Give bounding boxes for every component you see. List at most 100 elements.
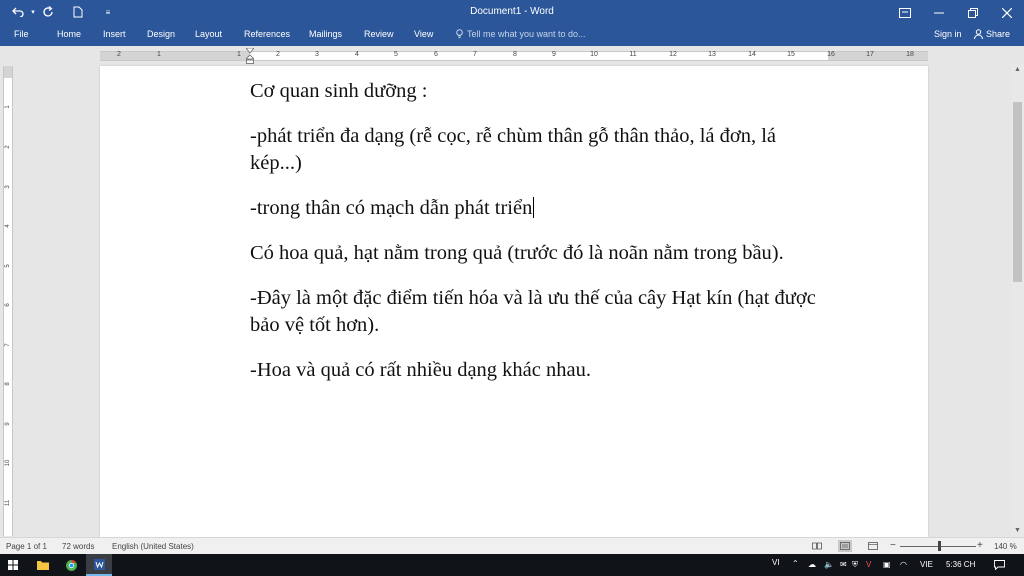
tab-design[interactable]: Design bbox=[147, 29, 175, 39]
ruler-number: 1 bbox=[157, 51, 161, 58]
share-label: Share bbox=[986, 29, 1011, 39]
horizontal-ruler[interactable]: 2 1 1 2 3 4 5 6 7 8 9 10 11 12 13 14 15 … bbox=[100, 51, 928, 61]
tab-insert[interactable]: Insert bbox=[103, 29, 126, 39]
scroll-up-icon[interactable]: ▲ bbox=[1011, 64, 1024, 76]
tab-review[interactable]: Review bbox=[364, 29, 394, 39]
tab-file[interactable]: File bbox=[14, 29, 29, 39]
window-controls bbox=[888, 0, 1024, 25]
paragraph[interactable]: Cơ quan sinh dưỡng : bbox=[250, 78, 830, 105]
ruler-number: 8 bbox=[513, 51, 517, 58]
ruler-number: 5 bbox=[5, 264, 11, 268]
ruler-number: 3 bbox=[5, 185, 11, 189]
ruler-number: 9 bbox=[552, 51, 556, 58]
status-bar: Page 1 of 1 72 words English (United Sta… bbox=[0, 537, 1024, 554]
cloud-sync-icon[interactable]: ☁ bbox=[808, 560, 816, 569]
tell-me-box[interactable]: Tell me what you want to do... bbox=[456, 29, 586, 39]
zoom-slider-thumb[interactable] bbox=[938, 541, 941, 551]
restore-button[interactable] bbox=[956, 0, 990, 25]
ruler-number: 17 bbox=[866, 51, 874, 58]
indent-marker-icon[interactable] bbox=[246, 48, 254, 64]
input-language-full[interactable]: VIE bbox=[920, 560, 933, 569]
scroll-thumb[interactable] bbox=[1013, 102, 1022, 282]
ruler-number: 2 bbox=[5, 145, 11, 149]
paragraph[interactable]: -phát triển đa dạng (rễ cọc, rễ chùm thâ… bbox=[250, 123, 830, 177]
ribbon-tabs: File Home Insert Design Layout Reference… bbox=[0, 25, 1024, 46]
windows-start-icon[interactable] bbox=[0, 554, 26, 576]
person-icon bbox=[974, 29, 983, 39]
ruler-number: 1 bbox=[5, 105, 11, 109]
window-title: Document1 - Word bbox=[470, 6, 554, 17]
ruler-number: 10 bbox=[5, 459, 11, 467]
paragraph[interactable]: Có hoa quả, hạt nằm trong quả (trước đó … bbox=[250, 240, 830, 267]
vertical-ruler[interactable]: 1 2 3 4 5 6 7 8 9 10 11 bbox=[3, 66, 13, 536]
ruler-number: 12 bbox=[669, 51, 677, 58]
notifications-icon[interactable] bbox=[994, 560, 1005, 572]
read-mode-icon[interactable] bbox=[810, 540, 824, 552]
tab-references[interactable]: References bbox=[244, 29, 290, 39]
vertical-scrollbar[interactable]: ▲ ▼ bbox=[1011, 64, 1024, 537]
close-button[interactable] bbox=[990, 0, 1024, 25]
ruler-number: 8 bbox=[5, 382, 11, 386]
document-body[interactable]: Cơ quan sinh dưỡng : -phát triển đa dạng… bbox=[250, 78, 830, 402]
tray-app-icon[interactable]: ▣ bbox=[883, 560, 891, 569]
share-button[interactable]: Share bbox=[974, 29, 1010, 39]
ruler-number: 11 bbox=[629, 51, 637, 58]
page-count[interactable]: Page 1 of 1 bbox=[6, 542, 47, 551]
tab-mailings[interactable]: Mailings bbox=[309, 29, 342, 39]
ruler-number: 15 bbox=[787, 51, 795, 58]
tell-me-placeholder: Tell me what you want to do... bbox=[467, 29, 586, 39]
lightbulb-icon bbox=[456, 29, 463, 39]
ribbon-display-options-icon[interactable] bbox=[888, 0, 922, 25]
ruler-number: 2 bbox=[276, 51, 280, 58]
ruler-number: 2 bbox=[117, 51, 121, 58]
title-bar: ▾ ≡ Document1 - Word bbox=[0, 0, 1024, 25]
ruler-number: 4 bbox=[5, 224, 11, 228]
zoom-out-button[interactable]: − bbox=[890, 540, 896, 551]
ruler-number: 6 bbox=[5, 303, 11, 307]
zoom-in-button[interactable]: + bbox=[977, 540, 983, 551]
word-window: ▾ ≡ Document1 - Word File Home Insert De… bbox=[0, 0, 1024, 576]
paragraph-text[interactable]: -trong thân có mạch dẫn phát triển bbox=[250, 197, 532, 219]
word-count[interactable]: 72 words bbox=[62, 542, 94, 551]
chrome-icon[interactable] bbox=[58, 554, 84, 576]
text-caret bbox=[533, 197, 535, 218]
wifi-icon[interactable]: ◠ bbox=[900, 560, 907, 569]
tab-view[interactable]: View bbox=[414, 29, 433, 39]
ruler-number: 13 bbox=[708, 51, 716, 58]
zoom-level[interactable]: 140 % bbox=[994, 542, 1017, 551]
ruler-number: 4 bbox=[355, 51, 359, 58]
windows-taskbar: VI ⌃ ☁ 🔈 ✉ ⛨ V ▣ ◠ VIE 5:36 CH bbox=[0, 554, 1024, 576]
ruler-number: 14 bbox=[748, 51, 756, 58]
ruler-number: 1 bbox=[237, 51, 241, 58]
ruler-number: 7 bbox=[5, 343, 11, 347]
show-hidden-icons-icon[interactable]: ⌃ bbox=[792, 559, 799, 568]
clock[interactable]: 5:36 CH bbox=[946, 560, 975, 569]
minimize-button[interactable] bbox=[922, 0, 956, 25]
scroll-down-icon[interactable]: ▼ bbox=[1011, 525, 1024, 537]
ruler-number: 10 bbox=[590, 51, 598, 58]
sign-in-link[interactable]: Sign in bbox=[934, 29, 962, 39]
document-page[interactable]: Cơ quan sinh dưỡng : -phát triển đa dạng… bbox=[100, 66, 928, 537]
paragraph[interactable]: -Đây là một đặc điểm tiến hóa và là ưu t… bbox=[250, 285, 830, 339]
paragraph[interactable]: -Hoa và quả có rất nhiều dạng khác nhau. bbox=[250, 357, 830, 384]
volume-icon[interactable]: 🔈 bbox=[824, 560, 834, 569]
paragraph-with-caret[interactable]: -trong thân có mạch dẫn phát triển bbox=[250, 195, 830, 222]
language-indicator[interactable]: English (United States) bbox=[112, 542, 194, 551]
file-explorer-icon[interactable] bbox=[30, 554, 56, 576]
ruler-number: 16 bbox=[827, 51, 835, 58]
network-icon[interactable]: ✉ bbox=[840, 560, 847, 569]
ruler-number: 5 bbox=[394, 51, 398, 58]
vertical-ruler-margin bbox=[4, 66, 12, 78]
word-taskbar-icon[interactable] bbox=[86, 554, 112, 576]
ruler-number: 11 bbox=[5, 499, 11, 507]
print-layout-icon[interactable] bbox=[838, 540, 852, 552]
input-language-short[interactable]: VI bbox=[772, 558, 780, 567]
tab-layout[interactable]: Layout bbox=[195, 29, 222, 39]
web-layout-icon[interactable] bbox=[866, 540, 880, 552]
app-v-icon[interactable]: V bbox=[866, 560, 871, 569]
ruler-number: 7 bbox=[473, 51, 477, 58]
ruler-number: 9 bbox=[5, 422, 11, 426]
antivirus-icon[interactable]: ⛨ bbox=[852, 560, 858, 570]
tab-home[interactable]: Home bbox=[57, 29, 81, 39]
ruler-number: 6 bbox=[434, 51, 438, 58]
